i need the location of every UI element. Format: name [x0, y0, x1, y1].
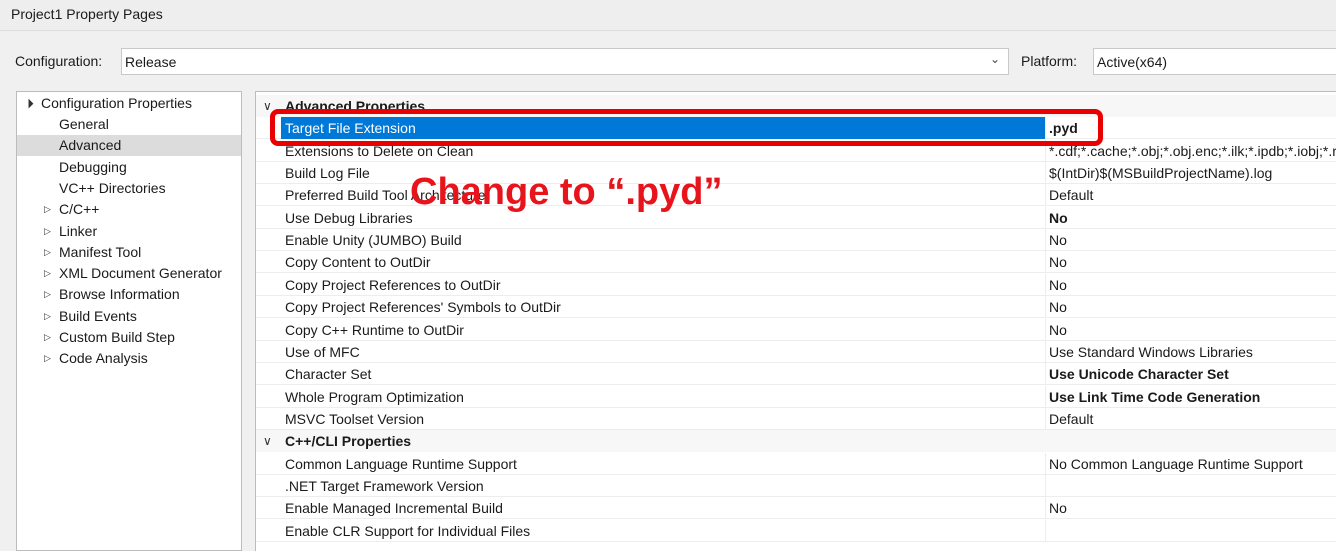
collapsed-triangle-icon[interactable]: ▷ [44, 327, 51, 348]
collapsed-triangle-icon[interactable]: ▷ [44, 242, 51, 263]
collapsed-triangle-icon[interactable]: ▷ [44, 284, 51, 305]
property-row[interactable]: Enable Unity (JUMBO) Build No [256, 229, 1336, 252]
expanded-triangle-icon[interactable]: ◢ [19, 94, 39, 114]
collapsed-triangle-icon[interactable]: ▷ [44, 263, 51, 284]
property-name: Character Set [285, 366, 372, 383]
tree-item-c-c[interactable]: ▷ C/C++ [17, 199, 241, 220]
property-value[interactable]: No [1045, 229, 1336, 252]
property-name: Copy Project References' Symbols to OutD… [285, 299, 561, 316]
property-tree[interactable]: ◢ Configuration Properties General Advanced… [16, 91, 242, 551]
configuration-label: Configuration: [15, 53, 103, 69]
tree-item-custom-build-step[interactable]: ▷ Custom Build Step [17, 327, 241, 348]
property-row[interactable]: .NET Target Framework Version [256, 474, 1336, 497]
tree-item-label: Build Events [59, 307, 137, 324]
category-header[interactable]: ∨ C++/CLI Properties [256, 430, 1336, 453]
property-value[interactable]: Default [1045, 184, 1336, 207]
property-name: Whole Program Optimization [285, 388, 464, 405]
property-name: Copy Content to OutDir [285, 254, 431, 271]
property-grid[interactable]: ∨ Advanced Properties Target File Extensio… [255, 91, 1336, 551]
property-value[interactable]: No [1045, 206, 1336, 229]
property-name: Enable Unity (JUMBO) Build [285, 232, 462, 249]
property-name: .NET Target Framework Version [285, 477, 484, 494]
tree-item-label: VC++ Directories [59, 179, 166, 196]
property-row[interactable]: Enable CLR Support for Individual Files [256, 519, 1336, 542]
property-name: Enable CLR Support for Individual Files [285, 522, 531, 539]
property-row[interactable]: Enable Managed Incremental Build No [256, 497, 1336, 520]
title-bar: Project1 Property Pages [0, 0, 1336, 31]
category-title: C++/CLI Properties [285, 433, 412, 450]
property-row[interactable]: Copy Project References' Symbols to OutD… [256, 296, 1336, 319]
tree-item-label: Code Analysis [59, 350, 148, 367]
tree-item-xml-document-generator[interactable]: ▷ XML Document Generator [17, 263, 241, 284]
collapsed-triangle-icon[interactable]: ▷ [44, 306, 51, 327]
property-value[interactable] [1045, 474, 1336, 497]
property-value[interactable]: Use Standard Windows Libraries [1045, 340, 1336, 363]
chevron-down-icon: ⌄ [989, 52, 1000, 66]
platform-label: Platform: [1021, 53, 1078, 69]
annotation-text: Change to “.pyd” [410, 171, 723, 213]
property-row[interactable]: Common Language Runtime Support No Common… [256, 452, 1336, 475]
tree-item-advanced[interactable]: Advanced [17, 135, 241, 157]
highlight-box [270, 109, 1103, 146]
tree-item-label: Debugging [59, 158, 127, 175]
property-name: Common Language Runtime Support [285, 455, 517, 472]
collapsed-triangle-icon[interactable]: ▷ [44, 348, 51, 369]
tree-item-label: Advanced [59, 137, 122, 154]
tree-item-label: XML Document Generator [59, 265, 222, 282]
tree-item-label: General [59, 116, 109, 132]
property-name: MSVC Toolset Version [285, 410, 425, 427]
property-value[interactable] [1045, 519, 1336, 542]
tree-item-label: Configuration Properties [41, 95, 192, 111]
property-row[interactable]: Use of MFC Use Standard Windows Libraries [256, 340, 1336, 363]
tree-root-configuration-properties[interactable]: ◢ Configuration Properties [17, 93, 241, 114]
property-value[interactable]: No [1045, 497, 1336, 520]
property-row[interactable]: Copy C++ Runtime to OutDir No [256, 318, 1336, 341]
configuration-value: Release [125, 54, 177, 70]
tree-item-linker[interactable]: ▷ Linker [17, 221, 241, 242]
property-name: Copy Project References to OutDir [285, 276, 501, 293]
tree-item-build-events[interactable]: ▷ Build Events [17, 306, 241, 327]
chevron-down-icon[interactable]: ∨ [263, 430, 272, 452]
property-value[interactable]: Use Unicode Character Set [1045, 363, 1336, 386]
property-value[interactable]: No Common Language Runtime Support [1045, 452, 1336, 475]
platform-value: Active(x64) [1097, 54, 1168, 70]
tree-item-label: Custom Build Step [59, 329, 175, 345]
property-value[interactable]: No [1045, 251, 1336, 274]
tree-item-vc-directories[interactable]: VC++ Directories [17, 178, 241, 199]
tree-item-label: Linker [59, 222, 98, 239]
tree-item-general[interactable]: General [17, 114, 241, 135]
collapsed-triangle-icon[interactable]: ▷ [44, 199, 51, 220]
property-row[interactable]: Copy Content to OutDir No [256, 251, 1336, 274]
configuration-dropdown[interactable]: Release ⌄ [121, 48, 1009, 75]
tree-item-code-analysis[interactable]: ▷ Code Analysis [17, 348, 241, 369]
property-value[interactable]: $(IntDir)$(MSBuildProjectName).log [1045, 162, 1336, 185]
property-value[interactable]: No [1045, 273, 1336, 296]
tree-item-label: Browse Information [59, 286, 180, 303]
collapsed-triangle-icon[interactable]: ▷ [44, 221, 51, 242]
property-row[interactable]: Copy Project References to OutDir No [256, 273, 1336, 296]
window-title: Project1 Property Pages [11, 6, 163, 22]
property-row[interactable]: Character Set Use Unicode Character Set [256, 363, 1336, 386]
property-value[interactable]: No [1045, 318, 1336, 341]
property-value[interactable]: Use Link Time Code Generation [1045, 385, 1336, 408]
property-row[interactable]: MSVC Toolset Version Default [256, 407, 1336, 430]
tree-item-label: Manifest Tool [59, 243, 142, 260]
property-name: Copy C++ Runtime to OutDir [285, 321, 464, 338]
tree-item-manifest-tool[interactable]: ▷ Manifest Tool [17, 242, 241, 263]
property-value[interactable]: No [1045, 296, 1336, 319]
tree-item-debugging[interactable]: Debugging [17, 157, 241, 178]
property-name: Enable Managed Incremental Build [285, 500, 503, 517]
property-name: Use of MFC [285, 343, 360, 360]
property-row[interactable]: Whole Program Optimization Use Link Time … [256, 385, 1336, 408]
platform-dropdown[interactable]: Active(x64) [1093, 48, 1336, 75]
property-value[interactable]: Default [1045, 407, 1336, 430]
tree-item-label: C/C++ [59, 201, 100, 218]
tree-item-browse-information[interactable]: ▷ Browse Information [17, 284, 241, 305]
